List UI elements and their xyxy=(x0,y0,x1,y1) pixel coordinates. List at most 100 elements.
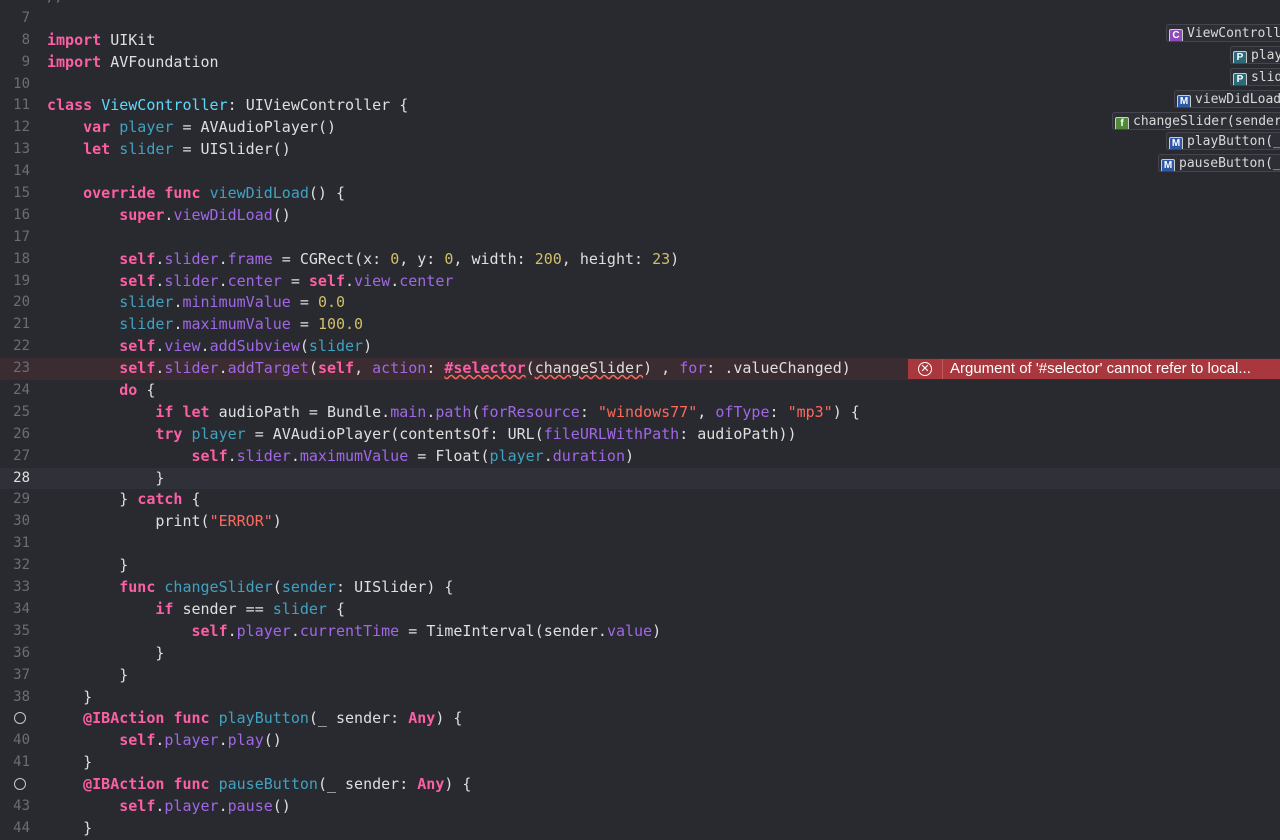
property: frame xyxy=(227,249,273,268)
line-number: 20 xyxy=(13,294,30,311)
keyword: var xyxy=(83,118,111,137)
line-number: 15 xyxy=(13,185,30,202)
code-line[interactable]: 31 xyxy=(0,533,1280,555)
code-line[interactable]: 40 self.player.play() xyxy=(0,730,1280,752)
code-line[interactable]: 8 import UIKit xyxy=(0,30,1280,52)
line-number: 36 xyxy=(13,644,30,661)
number: 200 xyxy=(534,249,562,268)
line-number: 41 xyxy=(13,754,30,771)
code-line[interactable]: 10 xyxy=(0,74,1280,96)
keyword: self xyxy=(119,731,156,750)
code-line[interactable]: 30 print("ERROR") xyxy=(0,511,1280,533)
code-editor[interactable]: 6 // 7 8 import UIKit 9 import AVFoundation… xyxy=(0,0,1280,840)
code-line[interactable]: 11 class ViewController: UIViewController… xyxy=(0,95,1280,117)
parameter-label: action xyxy=(372,359,427,378)
minimap-item-method[interactable]: MviewDidLoad xyxy=(1174,90,1280,108)
code-line[interactable]: 22 self.view.addSubview(slider) xyxy=(0,336,1280,358)
punct: : xyxy=(489,424,508,443)
code-line[interactable]: @IBAction func pauseButton(_ sender: Any… xyxy=(0,774,1280,796)
code-line[interactable]: 36 } xyxy=(0,643,1280,665)
code-line[interactable]: 13 let slider = UISlider() xyxy=(0,139,1280,161)
code-line[interactable]: 37 } xyxy=(0,665,1280,687)
error-banner[interactable]: ✕ Argument of '#selector' cannot refer to… xyxy=(908,359,1280,380)
code-line[interactable]: 12 var player = AVAudioPlayer() xyxy=(0,117,1280,139)
identifier: player xyxy=(119,118,174,137)
code-line[interactable]: 7 xyxy=(0,8,1280,30)
method-call: viewDidLoad xyxy=(173,205,273,224)
property: view xyxy=(164,337,201,356)
parameter-label: sender xyxy=(281,578,336,597)
code-line[interactable]: 25 if let audioPath = Bundle.main.path(f… xyxy=(0,402,1280,424)
code-line-current[interactable]: 28 } xyxy=(0,467,1280,490)
line-number: 21 xyxy=(13,316,30,333)
method-call: path xyxy=(435,402,472,421)
keyword: if xyxy=(155,599,174,618)
property: minimumValue xyxy=(182,293,291,312)
code-line[interactable]: 21 slider.maximumValue = 100.0 xyxy=(0,314,1280,336)
code-line[interactable]: 17 xyxy=(0,227,1280,249)
module-name: UIKit xyxy=(110,30,156,49)
punct: { xyxy=(137,381,156,400)
code-line[interactable]: 32 } xyxy=(0,555,1280,577)
error-icon[interactable]: ✕ xyxy=(908,359,943,380)
string: "windows77" xyxy=(597,402,698,421)
keyword: import xyxy=(47,52,102,71)
code-line[interactable]: 9 import AVFoundation xyxy=(0,52,1280,74)
identifier: slider xyxy=(119,140,174,159)
punct: ) { xyxy=(832,402,860,421)
code-line[interactable]: 29 } catch { xyxy=(0,489,1280,511)
code-line[interactable]: 14 xyxy=(0,161,1280,183)
minimap-item-method[interactable]: MpauseButton(_ xyxy=(1158,154,1280,172)
code-line[interactable]: 6 // xyxy=(0,0,1280,8)
keyword: self xyxy=(119,337,156,356)
line-number: 24 xyxy=(13,382,30,399)
punct: ( xyxy=(534,424,544,443)
type-name: Float xyxy=(435,446,481,465)
punct: ( xyxy=(471,402,481,421)
code-line[interactable]: 44 } xyxy=(0,818,1280,840)
code-line[interactable]: 19 self.slider.center = self.view.center xyxy=(0,271,1280,293)
minimap-item-method[interactable]: MplayButton(_ xyxy=(1166,132,1280,150)
code-line[interactable]: 43 self.player.pause() xyxy=(0,796,1280,818)
code-line[interactable]: 35 self.player.currentTime = TimeInterva… xyxy=(0,621,1280,643)
minimap-item-property[interactable]: Pplay xyxy=(1230,46,1280,64)
line-number: 33 xyxy=(13,579,30,596)
minimap-label: ViewControll xyxy=(1187,26,1280,41)
outlet-connection-icon[interactable] xyxy=(14,712,26,725)
string: "ERROR" xyxy=(209,512,273,531)
code-line[interactable]: 16 super.viewDidLoad() xyxy=(0,205,1280,227)
code-line[interactable]: 18 self.slider.frame = CGRect(x: 0, y: 0… xyxy=(0,249,1280,271)
symbol-minimap[interactable]: C ViewControll Pplay Pslid MviewDidLoad f… xyxy=(1100,0,1280,180)
minimap-item-function[interactable]: f changeSlider(sender xyxy=(1112,112,1280,130)
type-name: URL xyxy=(507,424,535,443)
number: 23 xyxy=(652,249,671,268)
code-line[interactable]: 20 slider.minimumValue = 0.0 xyxy=(0,292,1280,314)
property: slider xyxy=(164,359,219,378)
punct: = xyxy=(182,140,192,159)
property-badge-icon: P xyxy=(1233,73,1247,85)
minimap-item-property[interactable]: Pslid xyxy=(1230,68,1280,86)
punct: () xyxy=(272,205,291,224)
code-line[interactable]: @IBAction func playButton(_ sender: Any)… xyxy=(0,708,1280,730)
code-line-error[interactable]: 23 self.slider.addTarget(self, action: #… xyxy=(0,358,1280,381)
minimap-item-class[interactable]: C ViewControll xyxy=(1166,24,1280,42)
outlet-connection-icon[interactable] xyxy=(14,778,26,791)
punct: , y: xyxy=(399,249,445,268)
brace: } xyxy=(155,643,165,662)
code-line[interactable]: 24 do { xyxy=(0,380,1280,402)
property: main xyxy=(390,402,427,421)
punct: } xyxy=(119,490,138,509)
code-line[interactable]: 38 } xyxy=(0,687,1280,709)
identifier: slider xyxy=(272,599,327,618)
code-line[interactable]: 41 } xyxy=(0,752,1280,774)
type-name: CGRect xyxy=(299,249,355,268)
code-line[interactable]: 15 override func viewDidLoad() { xyxy=(0,183,1280,205)
keyword: self xyxy=(317,359,355,378)
code-line[interactable]: 26 try player = AVAudioPlayer(contentsOf… xyxy=(0,424,1280,446)
method-call: pause xyxy=(227,796,273,815)
code-line[interactable]: 33 func changeSlider(sender: UISlider) { xyxy=(0,577,1280,599)
code-line[interactable]: 27 self.slider.maximumValue = Float(play… xyxy=(0,446,1280,468)
punct: = xyxy=(182,118,192,137)
code-line[interactable]: 34 if sender == slider { xyxy=(0,599,1280,621)
punct: = xyxy=(399,621,427,640)
